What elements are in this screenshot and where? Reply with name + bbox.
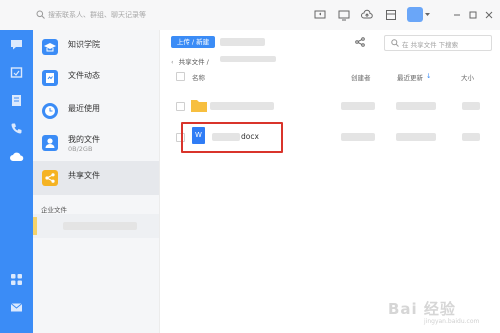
top-bar: 搜索联系人、群组、聊天记录等 (0, 0, 500, 31)
calendar-icon[interactable] (10, 66, 23, 79)
upload-new-button[interactable]: 上传 / 新建 (171, 36, 215, 48)
redacted-creator (341, 133, 375, 141)
file-nav-panel: 知识学院 文件动态 最近使用 我的文件 0B/2GB 共享文件 企业文件 (33, 30, 160, 333)
back-chevron-icon[interactable]: ‹ (171, 58, 174, 66)
main-content: 上传 / 新建 在 共享文件 下搜索 ‹ 共享文件 / 名称 创建者 最近更新 ↓… (160, 30, 500, 333)
minimize-icon[interactable] (451, 9, 463, 21)
baidu-watermark-url: jingyan.baidu.com (424, 318, 480, 325)
sort-desc-icon[interactable]: ↓ (426, 72, 431, 80)
nav-item-label: 最近使用 (68, 104, 100, 113)
highlight-annotation-box (181, 122, 283, 153)
folder-icon (191, 100, 207, 112)
screen-share-icon[interactable] (314, 9, 326, 21)
left-rail (0, 30, 33, 333)
redacted-org-name (63, 222, 137, 230)
search-icon (391, 39, 399, 47)
file-activity-icon (42, 70, 58, 86)
enterprise-files-label: 企业文件 (41, 206, 67, 214)
cloud-icon[interactable] (9, 149, 24, 164)
nav-item-label: 共享文件 (68, 171, 100, 180)
cloud-upload-icon[interactable] (361, 9, 373, 21)
col-updated[interactable]: 最近更新 (397, 72, 423, 82)
clock-icon (42, 103, 58, 119)
mail-icon[interactable] (10, 301, 23, 314)
monitor-icon[interactable] (338, 9, 350, 21)
search-icon (36, 10, 45, 19)
redacted-size (462, 133, 480, 141)
nav-item-knowledge-academy[interactable]: 知识学院 (33, 30, 159, 64)
redacted-folder-name (210, 102, 274, 110)
nav-item-shared-files[interactable]: 共享文件 (33, 161, 159, 195)
redacted-creator (341, 102, 375, 110)
nav-item-label: 文件动态 (68, 71, 100, 80)
baidu-watermark-logo: Bai 经验 (388, 300, 456, 318)
enterprise-marker (33, 217, 37, 235)
breadcrumb-label[interactable]: 共享文件 / (179, 58, 209, 66)
nav-item-label: 我的文件 (68, 135, 100, 144)
phone-icon[interactable] (10, 122, 23, 135)
redacted-size (462, 102, 480, 110)
graduation-cap-icon (42, 39, 58, 55)
redacted-title (220, 38, 265, 46)
storage-usage: 0B/2GB (68, 145, 93, 153)
global-search-placeholder: 搜索联系人、群组、聊天记录等 (48, 11, 146, 19)
select-all-checkbox[interactable] (176, 72, 185, 81)
col-name[interactable]: 名称 (192, 72, 205, 82)
user-icon (42, 135, 58, 151)
file-search-placeholder: 在 共享文件 下搜索 (402, 40, 459, 49)
table-header: 名称 创建者 最近更新 ↓ 大小 (160, 70, 500, 84)
col-size[interactable]: 大小 (461, 72, 474, 82)
file-search-input[interactable]: 在 共享文件 下搜索 (384, 35, 492, 51)
table-row[interactable] (160, 94, 500, 118)
maximize-icon[interactable] (467, 9, 479, 21)
nav-item-recent[interactable]: 最近使用 (33, 94, 159, 128)
global-search-input[interactable]: 搜索联系人、群组、聊天记录等 (36, 9, 196, 21)
apps-grid-icon[interactable] (10, 273, 23, 286)
app-avatar-icon[interactable] (407, 7, 423, 22)
col-creator[interactable]: 创建者 (351, 72, 371, 82)
redacted-date (396, 133, 436, 141)
document-icon[interactable] (10, 94, 23, 107)
table-row[interactable]: W docx (160, 122, 500, 153)
redacted-breadcrumb (220, 56, 276, 62)
chat-icon[interactable] (10, 38, 23, 51)
panel-icon[interactable] (385, 9, 397, 21)
enterprise-files-item[interactable] (33, 214, 159, 238)
close-icon[interactable] (483, 9, 495, 21)
share-icon[interactable] (355, 37, 365, 47)
redacted-date (396, 102, 436, 110)
breadcrumb: ‹ 共享文件 / (171, 56, 209, 66)
nav-item-label: 知识学院 (68, 40, 100, 49)
row-checkbox[interactable] (176, 102, 185, 111)
share-icon (42, 170, 58, 186)
chevron-down-icon[interactable] (425, 13, 430, 17)
nav-item-file-activity[interactable]: 文件动态 (33, 61, 159, 95)
